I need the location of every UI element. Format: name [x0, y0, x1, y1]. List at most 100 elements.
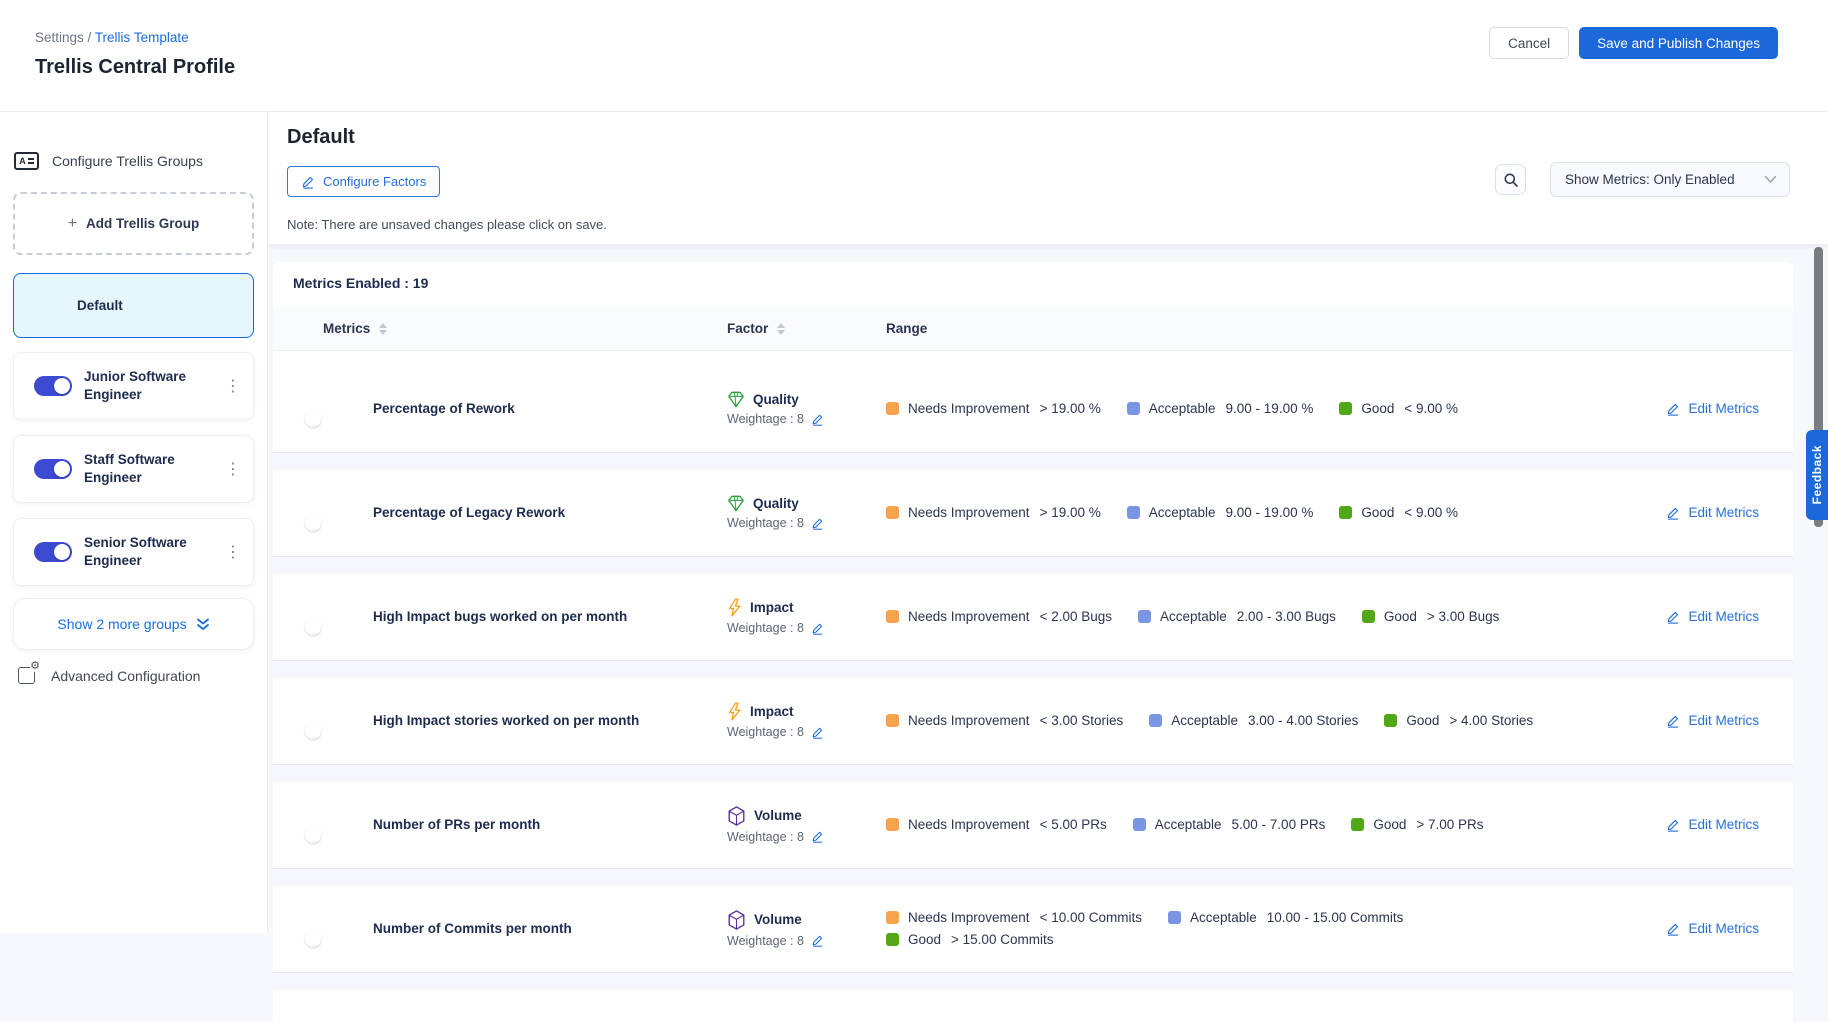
show-metrics-filter-dropdown[interactable]: Show Metrics: Only Enabled: [1550, 162, 1790, 197]
range-value: < 5.00 PRs: [1040, 817, 1107, 832]
edit-metrics-button[interactable]: Edit Metrics: [1666, 609, 1759, 624]
range-value: > 4.00 Stories: [1449, 713, 1533, 728]
range-chip: Acceptable 2.00 - 3.00 Bugs: [1138, 609, 1336, 624]
range-cell: Needs Improvement < 10.00 Commits Accept…: [886, 910, 1586, 947]
show-more-groups-button[interactable]: Show 2 more groups: [13, 598, 254, 650]
sidebar-group-card[interactable]: Junior Software Engineer ⋮: [13, 352, 254, 420]
range-chip: Good < 9.00 %: [1339, 505, 1458, 520]
factor-cell: Impact Weightage : 8: [727, 702, 886, 739]
range-color-swatch: [886, 933, 899, 946]
edit-pencil-icon: [1666, 922, 1680, 936]
range-chip: Acceptable 9.00 - 19.00 %: [1127, 505, 1314, 520]
metrics-rows: Percentage of Rework Quality Weightage :…: [273, 365, 1793, 989]
group-enabled-toggle[interactable]: [34, 459, 72, 479]
range-color-swatch: [886, 714, 899, 727]
range-chip: Good > 3.00 Bugs: [1362, 609, 1499, 624]
edit-metrics-button[interactable]: Edit Metrics: [1666, 401, 1759, 416]
range-label: Acceptable: [1160, 609, 1227, 624]
range-label: Good: [1406, 713, 1439, 728]
edit-weightage-icon[interactable]: [811, 413, 824, 426]
edit-weightage-icon[interactable]: [811, 622, 824, 635]
impact-lightning-icon: [727, 598, 742, 617]
breadcrumb: Settings / Trellis Template: [35, 30, 189, 45]
sort-icon[interactable]: [379, 323, 387, 335]
kebab-menu-icon[interactable]: ⋮: [225, 542, 241, 562]
range-value: < 9.00 %: [1404, 505, 1458, 520]
metric-name: Percentage of Rework: [373, 401, 727, 416]
breadcrumb-trellis-template[interactable]: Trellis Template: [95, 30, 189, 45]
trellis-group-list: Junior Software Engineer ⋮ Staff Softwar…: [0, 352, 267, 586]
metric-row: High Impact bugs worked on per month Imp…: [273, 573, 1793, 661]
range-label: Acceptable: [1149, 401, 1216, 416]
weightage-value: Weightage : 8: [727, 516, 804, 530]
add-trellis-group-button[interactable]: + Add Trellis Group: [13, 192, 254, 255]
edit-metrics-button[interactable]: Edit Metrics: [1666, 505, 1759, 520]
range-value: 10.00 - 15.00 Commits: [1267, 910, 1404, 925]
range-color-swatch: [886, 818, 899, 831]
range-color-swatch: [1127, 402, 1140, 415]
edit-metrics-label: Edit Metrics: [1688, 713, 1759, 728]
group-title: Default: [287, 126, 355, 149]
range-label: Good: [1384, 609, 1417, 624]
kebab-menu-icon[interactable]: ⋮: [225, 376, 241, 396]
factor-header-label: Factor: [727, 321, 768, 336]
breadcrumb-settings[interactable]: Settings: [35, 30, 84, 45]
edit-pencil-icon: [1666, 402, 1680, 416]
group-enabled-toggle[interactable]: [34, 542, 72, 562]
column-header-factor[interactable]: Factor: [727, 321, 886, 336]
save-publish-button[interactable]: Save and Publish Changes: [1579, 27, 1778, 59]
advanced-configuration-link[interactable]: ⚙ Advanced Configuration: [18, 667, 267, 684]
range-label: Acceptable: [1155, 817, 1222, 832]
edit-weightage-icon[interactable]: [811, 726, 824, 739]
feedback-label: Feedback: [1810, 445, 1824, 504]
edit-weightage-icon[interactable]: [811, 517, 824, 530]
edit-metrics-button[interactable]: Edit Metrics: [1666, 817, 1759, 832]
metric-row: Percentage of Rework Quality Weightage :…: [273, 365, 1793, 453]
quality-gem-icon: [727, 391, 745, 408]
edit-weightage-icon[interactable]: [811, 830, 824, 843]
weightage-value: Weightage : 8: [727, 830, 804, 844]
range-value: > 19.00 %: [1040, 401, 1101, 416]
row-separator: [273, 869, 1793, 885]
show-metrics-filter-value: Show Metrics: Only Enabled: [1565, 172, 1735, 187]
weightage-value: Weightage : 8: [727, 621, 804, 635]
sidebar-item-default[interactable]: Default: [13, 273, 254, 338]
range-label: Needs Improvement: [908, 910, 1030, 925]
edit-metrics-button[interactable]: Edit Metrics: [1666, 713, 1759, 728]
range-value: < 9.00 %: [1404, 401, 1458, 416]
table-header-row: Metrics Factor Range: [273, 307, 1793, 351]
group-enabled-toggle[interactable]: [34, 376, 72, 396]
range-color-swatch: [886, 610, 899, 623]
factor-cell: Volume Weightage : 8: [727, 910, 886, 948]
edit-metrics-button[interactable]: Edit Metrics: [1666, 921, 1759, 936]
range-value: > 7.00 PRs: [1416, 817, 1483, 832]
group-name: Staff Software Engineer: [84, 451, 202, 486]
range-cell: Needs Improvement < 5.00 PRs Acceptable …: [886, 817, 1586, 832]
factor-cell: Quality Weightage : 8: [727, 391, 886, 426]
range-label: Acceptable: [1190, 910, 1257, 925]
cancel-button[interactable]: Cancel: [1489, 27, 1569, 59]
configure-factors-button[interactable]: Configure Factors: [287, 166, 440, 197]
range-color-swatch: [1384, 714, 1397, 727]
edit-metrics-label: Edit Metrics: [1688, 505, 1759, 520]
sort-icon[interactable]: [777, 323, 785, 335]
range-label: Acceptable: [1149, 505, 1216, 520]
search-button[interactable]: [1495, 164, 1526, 195]
range-value: > 19.00 %: [1040, 505, 1101, 520]
kebab-menu-icon[interactable]: ⋮: [225, 459, 241, 479]
row-separator: [273, 453, 1793, 469]
feedback-tab[interactable]: Feedback: [1806, 430, 1828, 520]
range-cell: Needs Improvement < 3.00 Stories Accepta…: [886, 713, 1586, 728]
sidebar-group-card[interactable]: Senior Software Engineer ⋮: [13, 518, 254, 586]
range-chip: Good > 7.00 PRs: [1351, 817, 1483, 832]
edit-weightage-icon[interactable]: [811, 934, 824, 947]
range-chip: Needs Improvement > 19.00 %: [886, 505, 1101, 520]
sidebar-group-card[interactable]: Staff Software Engineer ⋮: [13, 435, 254, 503]
column-header-metrics[interactable]: Metrics: [323, 321, 727, 336]
edit-pencil-icon: [1666, 506, 1680, 520]
range-chip: Needs Improvement < 2.00 Bugs: [886, 609, 1112, 624]
range-value: 9.00 - 19.00 %: [1226, 505, 1314, 520]
range-color-swatch: [886, 506, 899, 519]
range-value: 9.00 - 19.00 %: [1226, 401, 1314, 416]
metric-name: High Impact stories worked on per month: [373, 713, 727, 728]
